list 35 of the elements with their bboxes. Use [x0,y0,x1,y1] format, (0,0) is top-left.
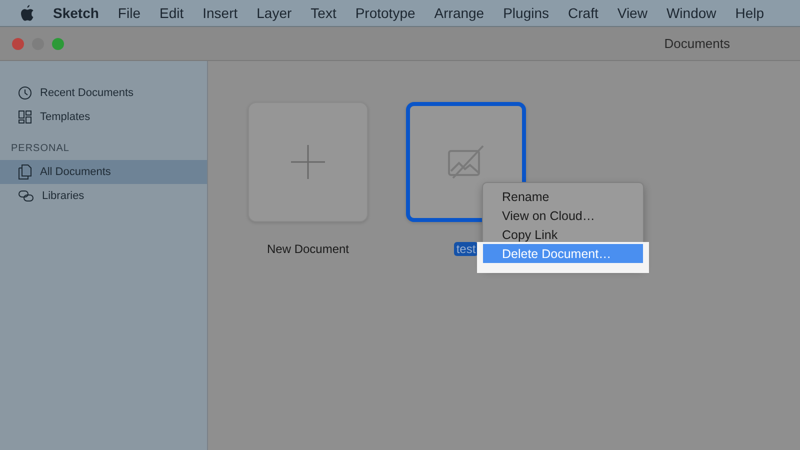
documents-icon [18,164,32,180]
document-name: test [454,242,478,256]
menu-bar-item[interactable]: Arrange [434,5,484,21]
sidebar-item[interactable]: Recent Documents [0,81,207,105]
menu-bar-item[interactable]: Text [310,5,336,21]
document-card[interactable] [248,102,368,222]
menu-bar-item[interactable]: Prototype [355,5,416,21]
section-heading: PERSONAL [10,142,70,156]
apple-logo-icon[interactable] [20,5,34,21]
window-title: Documents [664,36,730,51]
app-menu[interactable]: Sketch [53,5,99,21]
clock-icon [18,86,32,100]
menu-item[interactable]: Delete Document… [483,244,643,263]
menu-item[interactable]: Copy Link [483,225,643,244]
menu-bar-item[interactable]: Craft [568,5,598,21]
menu-bar-item[interactable]: File [118,5,140,21]
close-button[interactable] [12,38,24,50]
sidebar-item[interactable]: All Documents [0,160,207,184]
menu-bar-item[interactable]: Layer [256,5,292,21]
menu-bar-item[interactable]: Help [735,5,764,21]
menu-bar-item[interactable]: Edit [159,5,184,21]
menu-bar-item[interactable]: Insert [202,5,238,21]
menu-item[interactable]: View on Cloud… [483,206,643,225]
sidebar-item[interactable]: Libraries [0,184,207,208]
zoom-button[interactable] [52,38,64,50]
sidebar-item[interactable]: Templates [0,105,207,129]
linked-rings-icon [18,190,34,202]
grid-icon [18,110,32,124]
menu-bar-item[interactable]: Window [666,5,716,21]
plus-icon [291,145,325,179]
document-name: New Document [266,242,350,256]
broken-image-icon [447,145,485,179]
menu-bar-item[interactable]: View [617,5,648,21]
menu-bar-item[interactable]: Plugins [503,5,550,21]
menu-item[interactable]: Rename [483,187,643,206]
